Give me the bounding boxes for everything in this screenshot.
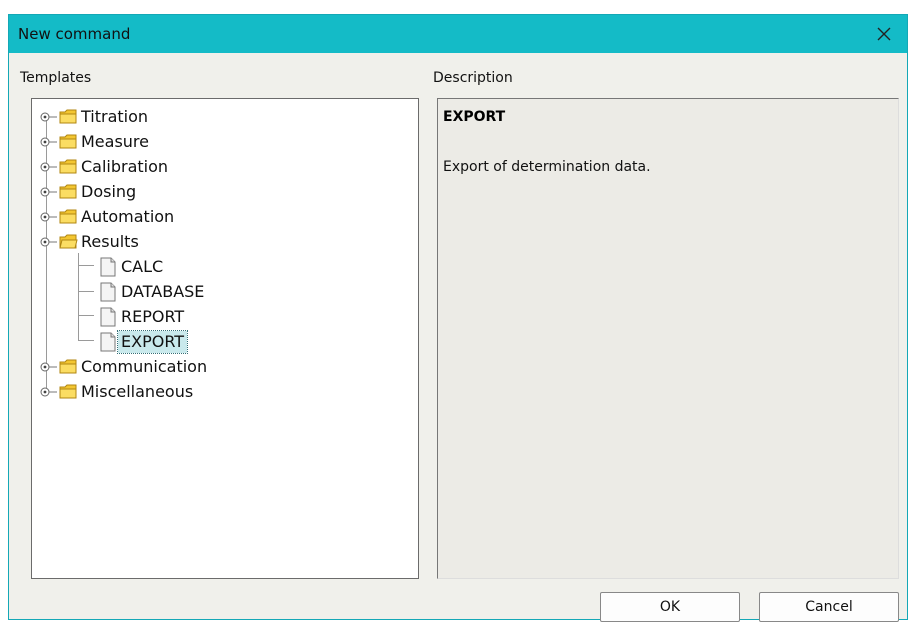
- folder-icon: [59, 359, 77, 374]
- tree-folder-label: Calibration: [81, 157, 169, 176]
- templates-tree[interactable]: Titration Measure Calibration Dosing Aut…: [31, 98, 419, 579]
- folder-icon: [59, 209, 77, 224]
- expand-icon[interactable]: [40, 160, 58, 174]
- tree-item-label: REPORT: [121, 307, 185, 326]
- document-icon: [100, 307, 116, 327]
- tree-folder-label: Automation: [81, 207, 175, 226]
- expand-icon[interactable]: [40, 185, 58, 199]
- close-button[interactable]: [861, 15, 907, 53]
- close-icon: [877, 27, 891, 41]
- description-panel: EXPORT Export of determination data.: [437, 98, 899, 579]
- tree-folder-automation[interactable]: Automation: [40, 205, 177, 229]
- tree-folder-calibration[interactable]: Calibration: [40, 155, 171, 179]
- templates-label: Templates: [20, 70, 92, 86]
- tree-folder-label: Dosing: [81, 182, 137, 201]
- expand-icon[interactable]: [40, 135, 58, 149]
- folder-icon: [59, 159, 77, 174]
- tree-item-label: CALC: [121, 257, 164, 276]
- tree-folder-dosing[interactable]: Dosing: [40, 180, 139, 204]
- description-text: Export of determination data.: [443, 159, 651, 175]
- collapse-icon[interactable]: [40, 235, 58, 249]
- description-title: EXPORT: [443, 109, 506, 125]
- document-icon: [100, 332, 116, 352]
- expand-icon[interactable]: [40, 110, 58, 124]
- tree-folder-label: Communication: [81, 357, 208, 376]
- tree-folder-titration[interactable]: Titration: [40, 105, 151, 129]
- new-command-dialog: New command Templates Description Titrat…: [8, 14, 908, 622]
- folder-icon: [59, 184, 77, 199]
- tree-item-label: DATABASE: [121, 282, 205, 301]
- tree-folder-label: Miscellaneous: [81, 382, 194, 401]
- ok-button[interactable]: OK: [600, 592, 740, 622]
- tree-folder-communication[interactable]: Communication: [40, 355, 210, 379]
- folder-icon: [59, 134, 77, 149]
- expand-icon[interactable]: [40, 385, 58, 399]
- expand-icon[interactable]: [40, 360, 58, 374]
- expand-icon[interactable]: [40, 210, 58, 224]
- tree-item-calc[interactable]: CALC: [98, 255, 166, 279]
- tree-folder-miscellaneous[interactable]: Miscellaneous: [40, 380, 196, 404]
- window-title: New command: [18, 25, 131, 43]
- folder-open-icon: [59, 234, 78, 249]
- tree-folder-measure[interactable]: Measure: [40, 130, 152, 154]
- folder-icon: [59, 109, 77, 124]
- title-bar[interactable]: New command: [9, 15, 907, 53]
- document-icon: [100, 257, 116, 277]
- document-icon: [100, 282, 116, 302]
- tree-folder-label: Results: [81, 232, 139, 251]
- cancel-button[interactable]: Cancel: [759, 592, 899, 622]
- tree-item-database[interactable]: DATABASE: [98, 280, 207, 304]
- tree-item-report[interactable]: REPORT: [98, 305, 187, 329]
- tree-folder-label: Measure: [81, 132, 149, 151]
- description-label: Description: [433, 70, 513, 86]
- tree-folder-results[interactable]: Results: [40, 230, 142, 254]
- tree-item-label: EXPORT: [116, 330, 189, 354]
- folder-icon: [59, 384, 77, 399]
- tree-folder-label: Titration: [81, 107, 149, 126]
- tree-item-export[interactable]: EXPORT: [98, 330, 189, 354]
